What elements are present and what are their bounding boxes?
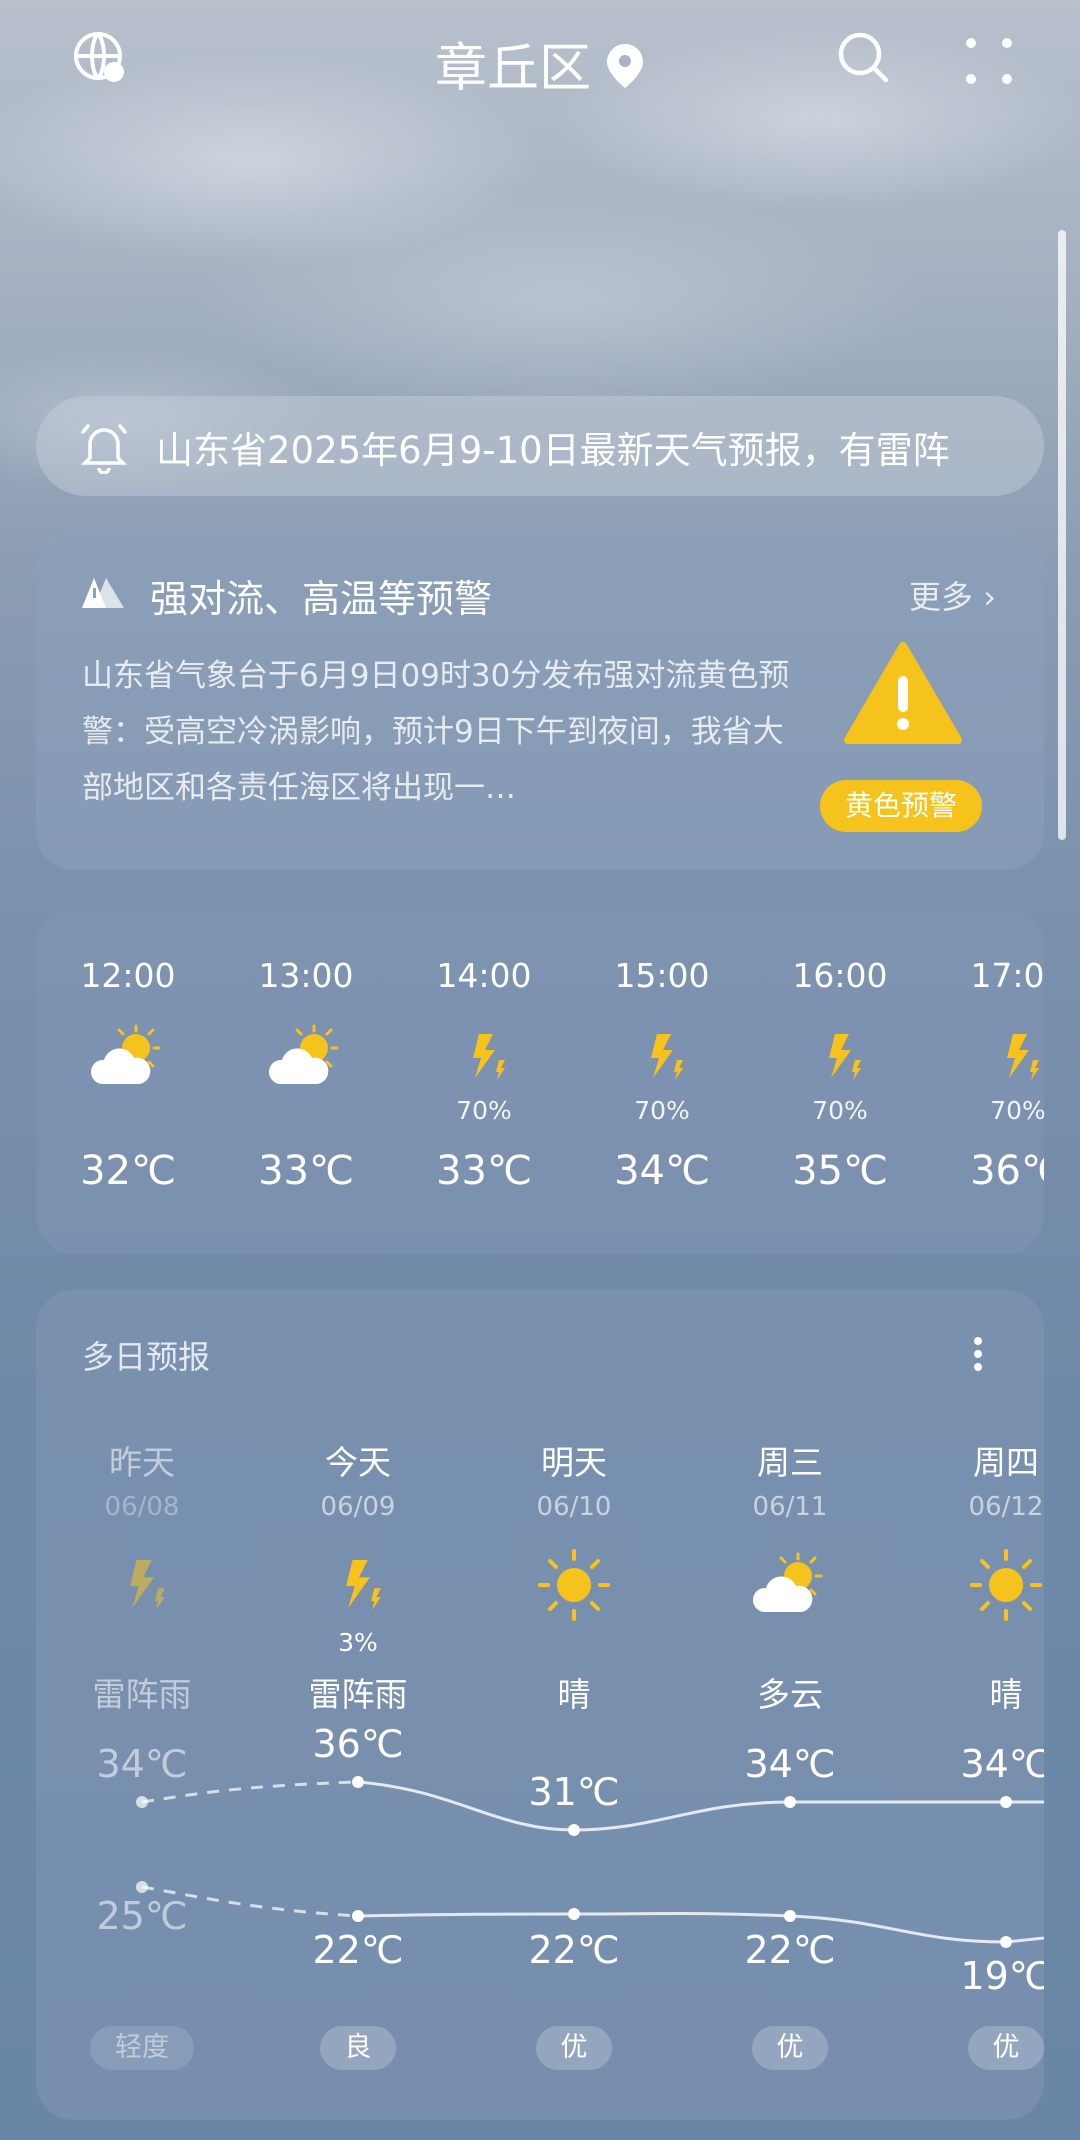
hour-item[interactable]: 12:00 32℃ (58, 956, 198, 1194)
high-temp: 34℃ (744, 1742, 836, 1786)
thunder-icon (461, 1032, 507, 1086)
warning-description: 山东省气象台于6月9日09时30分发布强对流黄色预警：受高空冷涡影响，预计9日下… (82, 658, 790, 806)
location-pin-icon (605, 42, 645, 103)
bell-icon (80, 420, 128, 478)
air-quality-badge: 优 (968, 2026, 1044, 2070)
low-point (352, 1910, 364, 1922)
thunder-icon (817, 1032, 863, 1086)
high-temp: 36℃ (312, 1722, 404, 1766)
low-point (568, 1908, 580, 1920)
temperature-curve (136, 1776, 1044, 1948)
multiday-forecast-card[interactable]: 多日预报 昨天 06/08 雷阵雨 今天 06/09 3% 雷阵雨 明天 06/… (36, 1290, 1044, 2120)
more-menu-icon[interactable] (962, 34, 1016, 88)
low-point (1000, 1936, 1012, 1948)
chevron-right-icon: › (983, 578, 996, 616)
hour-precip (236, 1096, 376, 1130)
warning-stack-icon (80, 574, 126, 618)
hour-temp: 33℃ (436, 1148, 532, 1194)
hour-time: 15:00 (614, 956, 710, 995)
high-temp: 34℃ (960, 1742, 1044, 1786)
more-link[interactable]: 更多 › (909, 572, 996, 618)
hour-item[interactable]: 16:00 70% 35℃ (770, 956, 910, 1194)
top-bar: 章丘区 (0, 0, 1080, 120)
high-point (1000, 1796, 1012, 1808)
thunder-icon (639, 1032, 685, 1086)
hour-time: 12:00 (80, 956, 176, 995)
yellow-warning-icon (844, 642, 962, 750)
location-name: 章丘区 (434, 39, 591, 99)
hourly-forecast-card[interactable]: 12:00 32℃ 13:00 33℃ 14:00 70% 33℃ 15:00 … (36, 906, 1044, 1254)
low-point (136, 1881, 148, 1893)
search-icon[interactable] (836, 30, 892, 86)
hour-temp: 33℃ (258, 1148, 354, 1194)
high-point (784, 1796, 796, 1808)
low-point (784, 1910, 796, 1922)
warning-card[interactable]: 强对流、高温等预警 更多 › 山东省气象台于6月9日09时30分发布强对流黄色预… (36, 532, 1044, 870)
scrollbar[interactable] (1058, 230, 1066, 840)
notice-text: 山东省2025年6月9-10日最新天气预报，有雷阵 (156, 429, 950, 472)
hour-precip: 70% (456, 1096, 512, 1125)
hour-item[interactable]: 15:00 70% 34℃ (592, 956, 732, 1194)
hour-temp: 36℃ (970, 1148, 1044, 1194)
more-label: 更多 (909, 578, 974, 616)
hour-time: 17:00 (970, 956, 1044, 995)
low-temp: 19℃ (960, 1954, 1044, 1998)
partly-cloudy-icon (266, 1022, 346, 1096)
hour-time: 13:00 (258, 956, 354, 995)
hour-temp: 34℃ (614, 1148, 710, 1194)
air-quality-badge: 良 (320, 2026, 396, 2070)
low-temp: 22℃ (528, 1928, 620, 1972)
low-temp: 22℃ (744, 1928, 836, 1972)
hour-precip (58, 1096, 198, 1130)
high-point (136, 1796, 148, 1808)
high-point (568, 1824, 580, 1836)
air-quality-badge: 优 (752, 2026, 828, 2070)
hour-precip: 70% (812, 1096, 868, 1125)
hour-time: 16:00 (792, 956, 888, 995)
low-temp: 25℃ (96, 1894, 188, 1938)
air-quality-badge: 轻度 (90, 2026, 194, 2070)
thunder-icon (995, 1032, 1041, 1086)
high-point (352, 1776, 364, 1788)
location-title[interactable]: 章丘区 (0, 26, 1080, 103)
high-temp: 31℃ (528, 1770, 620, 1814)
air-quality-badge: 优 (536, 2026, 612, 2070)
hour-item[interactable]: 17:00 70% 36℃ (948, 956, 1044, 1194)
hour-precip: 70% (990, 1096, 1044, 1125)
hour-item[interactable]: 14:00 70% 33℃ (414, 956, 554, 1194)
warning-title: 强对流、高温等预警 (150, 577, 493, 621)
warning-level-badge: 黄色预警 (820, 780, 982, 832)
high-temp: 34℃ (96, 1742, 188, 1786)
hour-time: 14:00 (436, 956, 532, 995)
partly-cloudy-icon (88, 1022, 168, 1096)
hour-precip: 70% (634, 1096, 690, 1125)
low-temp: 22℃ (312, 1928, 404, 1972)
news-notice-bar[interactable]: 山东省2025年6月9-10日最新天气预报，有雷阵 (36, 396, 1044, 496)
hour-temp: 35℃ (792, 1148, 888, 1194)
hour-temp: 32℃ (80, 1148, 176, 1194)
hour-item[interactable]: 13:00 33℃ (236, 956, 376, 1194)
